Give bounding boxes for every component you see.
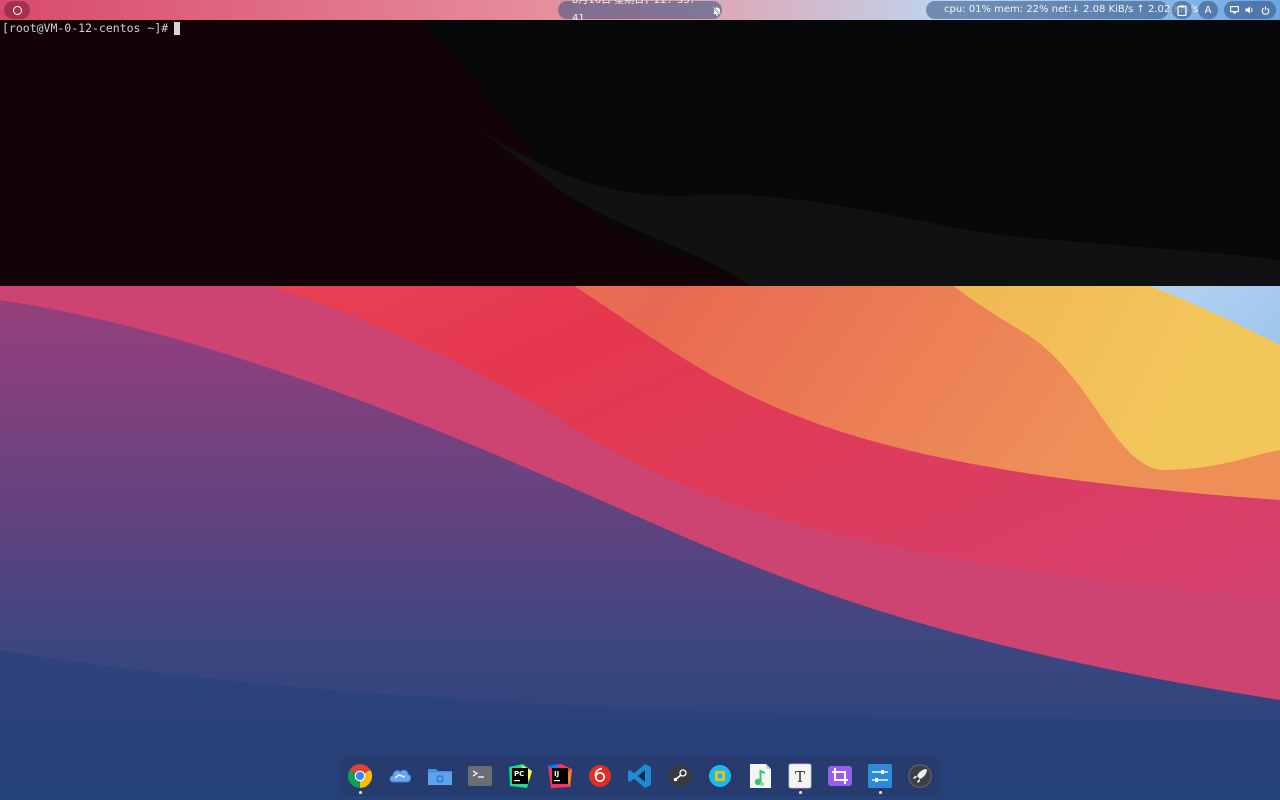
dock-item-cloud-mail[interactable]	[386, 762, 414, 790]
rocket-icon	[908, 764, 932, 788]
dock-item-launcher[interactable]	[906, 762, 934, 790]
cloud-icon	[389, 769, 412, 783]
music-red-icon	[589, 765, 611, 787]
dock-item-steam[interactable]	[666, 762, 694, 790]
running-indicator	[358, 791, 362, 794]
pycharm-icon: PC	[509, 764, 532, 788]
terminal-background	[0, 20, 1280, 286]
dock-item-settings[interactable]	[866, 762, 894, 790]
dock-item-files[interactable]	[426, 762, 454, 790]
chrome-icon	[347, 764, 373, 788]
activities-button[interactable]	[4, 1, 30, 19]
image-icon	[709, 765, 731, 787]
dock-item-screenshot[interactable]	[826, 762, 854, 790]
svg-text:PC: PC	[514, 770, 524, 778]
dock-item-music-player[interactable]	[746, 762, 774, 790]
input-method-button[interactable]: A	[1198, 1, 1218, 19]
terminal-prompt-line: [root@VM-0-12-centos ~]#	[2, 21, 181, 35]
dock-item-terminal[interactable]	[466, 762, 494, 790]
text-editor-icon: T	[788, 763, 812, 789]
clock-button[interactable]: 8月16日 星期日，22：53：41	[558, 0, 722, 24]
top-panel: 8月16日 星期日，22：53：41 cpu: 01% mem: 22% net…	[0, 0, 1280, 24]
dock-item-text-editor[interactable]: T	[786, 762, 814, 790]
terminal-cursor	[174, 21, 181, 35]
input-method-label: A	[1204, 4, 1212, 16]
vscode-icon	[628, 764, 651, 788]
dock-item-vscode[interactable]	[626, 762, 654, 790]
terminal-icon	[468, 766, 492, 786]
system-monitor[interactable]: cpu: 01% mem: 22% net:↓ 2.08 KiB/s ↑ 2.0…	[926, 1, 1198, 19]
power-icon	[1261, 6, 1270, 15]
system-menu-button[interactable]	[1224, 1, 1276, 19]
dock-item-netease-music[interactable]	[586, 762, 614, 790]
svg-text:T: T	[795, 768, 805, 786]
dock-item-intellij[interactable]: IJ	[546, 762, 574, 790]
sliders-icon	[868, 764, 892, 788]
svg-text:IJ: IJ	[554, 770, 559, 778]
system-stats-text: cpu: 01% mem: 22% net:↓ 2.08 KiB/s ↑ 2.0…	[944, 4, 1199, 15]
terminal-window[interactable]: [root@VM-0-12-centos ~]#	[0, 20, 1280, 286]
volume-icon	[1245, 6, 1253, 14]
dock-item-pycharm[interactable]: PC	[506, 762, 534, 790]
clipboard-icon	[1177, 5, 1187, 16]
music-note-icon	[750, 764, 771, 788]
crop-icon	[828, 766, 852, 786]
running-indicator	[798, 791, 802, 794]
display-icon	[1230, 6, 1240, 14]
circle-icon	[12, 5, 22, 15]
terminal-prompt: [root@VM-0-12-centos ~]#	[2, 21, 169, 35]
folder-icon	[428, 769, 452, 785]
dock: PC IJ T	[340, 756, 940, 796]
running-indicator	[878, 791, 882, 794]
bell-slash-icon	[712, 5, 722, 17]
steam-icon	[669, 765, 691, 787]
dock-item-chrome[interactable]	[346, 762, 374, 790]
dock-item-image-viewer[interactable]	[706, 762, 734, 790]
clipboard-button[interactable]	[1172, 1, 1192, 19]
intellij-icon: IJ	[548, 764, 572, 788]
